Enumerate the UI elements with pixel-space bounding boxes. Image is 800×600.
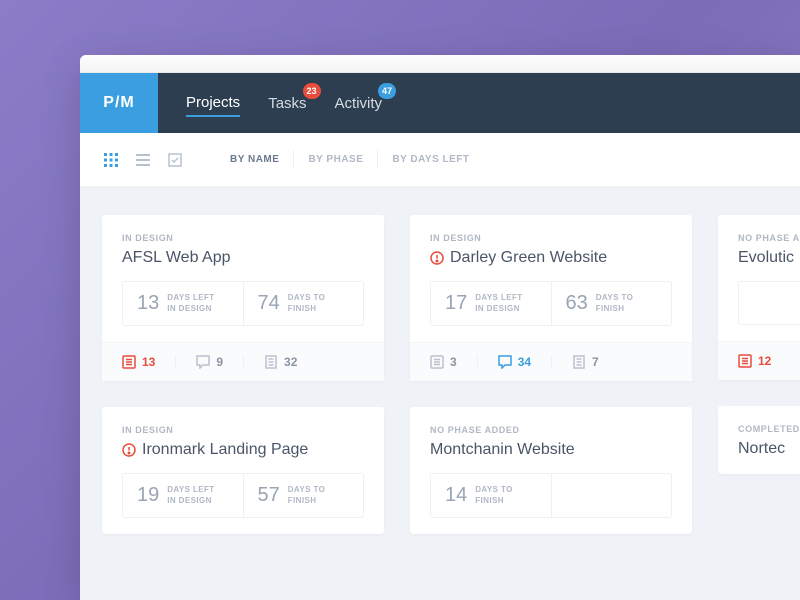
nav: Projects Tasks 23 Activity 47 — [158, 73, 382, 133]
card-meta: 13 9 32 — [102, 342, 384, 381]
alert-icon — [430, 251, 444, 265]
list-view-icon[interactable] — [134, 151, 152, 169]
stats — [738, 281, 800, 325]
phase-label: IN DESIGN — [122, 233, 364, 243]
tasks-icon — [738, 354, 752, 368]
stats: 19 DAYS LEFTIN DESIGN 57 DAYS TOFINISH — [122, 473, 364, 518]
nav-projects[interactable]: Projects — [186, 90, 240, 117]
column: NO PHASE A Evolutic 12 COMPLETED — [718, 215, 800, 572]
doc-icon — [264, 355, 278, 369]
column: IN DESIGN Darley Green Website 17 DAYS L… — [410, 215, 692, 572]
stats: 14 DAYS TOFINISH — [430, 473, 672, 518]
project-card[interactable]: IN DESIGN AFSL Web App 13 DAYS LEFTIN DE… — [102, 215, 384, 381]
project-card[interactable]: COMPLETED Nortec — [718, 406, 800, 474]
meta-tasks[interactable]: 12 — [738, 354, 771, 368]
check-view-icon[interactable] — [166, 151, 184, 169]
badge-tasks: 23 — [303, 83, 321, 99]
grid-view-icon[interactable] — [102, 151, 120, 169]
project-title: Evolutic — [738, 249, 794, 267]
logo[interactable]: P/M — [80, 73, 158, 133]
project-card[interactable]: IN DESIGN Ironmark Landing Page 19 DAYS … — [102, 407, 384, 534]
badge-activity: 47 — [378, 83, 396, 99]
meta-files[interactable]: 32 — [264, 355, 297, 369]
doc-icon — [572, 355, 586, 369]
phase-label: COMPLETED — [738, 424, 800, 434]
card-meta: 3 34 7 — [410, 342, 692, 381]
content: IN DESIGN AFSL Web App 13 DAYS LEFTIN DE… — [80, 187, 800, 600]
stat-number: 13 — [137, 292, 159, 315]
meta-comments[interactable]: 9 — [196, 355, 244, 369]
nav-tasks[interactable]: Tasks 23 — [268, 91, 306, 116]
stat-number: 57 — [258, 484, 280, 507]
nav-activity[interactable]: Activity 47 — [335, 91, 383, 116]
sort-group: BY NAME BY PHASE BY DAYS LEFT — [216, 150, 484, 169]
phase-label: IN DESIGN — [122, 425, 364, 435]
toolbar: BY NAME BY PHASE BY DAYS LEFT — [80, 133, 800, 187]
project-card[interactable]: NO PHASE ADDED Montchanin Website 14 DAY… — [410, 407, 692, 534]
meta-comments[interactable]: 34 — [498, 355, 552, 369]
meta-files[interactable]: 7 — [572, 355, 599, 369]
stat-number: 17 — [445, 292, 467, 315]
sort-by-days[interactable]: BY DAYS LEFT — [378, 150, 483, 169]
project-card[interactable]: IN DESIGN Darley Green Website 17 DAYS L… — [410, 215, 692, 381]
stat-number: 74 — [258, 292, 280, 315]
header: P/M Projects Tasks 23 Activity 47 — [80, 73, 800, 133]
project-card[interactable]: NO PHASE A Evolutic 12 — [718, 215, 800, 380]
project-title: Darley Green Website — [450, 249, 607, 267]
card-meta: 12 — [718, 341, 800, 380]
meta-tasks[interactable]: 13 — [122, 355, 176, 369]
comment-icon — [196, 355, 210, 369]
tasks-icon — [122, 355, 136, 369]
meta-tasks[interactable]: 3 — [430, 355, 478, 369]
alert-icon — [122, 443, 136, 457]
sort-by-name[interactable]: BY NAME — [216, 150, 294, 169]
project-title: AFSL Web App — [122, 249, 231, 267]
app-window: P/M Projects Tasks 23 Activity 47 BY NA — [80, 55, 800, 600]
nav-label: Activity — [335, 95, 383, 112]
phase-label: NO PHASE ADDED — [430, 425, 672, 435]
phase-label: NO PHASE A — [738, 233, 800, 243]
project-title: Ironmark Landing Page — [142, 441, 308, 459]
nav-label: Projects — [186, 94, 240, 111]
stats: 13 DAYS LEFTIN DESIGN 74 DAYS TOFINISH — [122, 281, 364, 326]
nav-label: Tasks — [268, 95, 306, 112]
project-title: Nortec — [738, 440, 785, 458]
stats: 17 DAYS LEFTIN DESIGN 63 DAYS TOFINISH — [430, 281, 672, 326]
column: IN DESIGN AFSL Web App 13 DAYS LEFTIN DE… — [102, 215, 384, 572]
tasks-icon — [430, 355, 444, 369]
window-titlebar — [80, 55, 800, 73]
sort-by-phase[interactable]: BY PHASE — [294, 150, 378, 169]
phase-label: IN DESIGN — [430, 233, 672, 243]
stat-number: 63 — [566, 292, 588, 315]
stat-number: 14 — [445, 484, 467, 507]
comment-icon — [498, 355, 512, 369]
project-title: Montchanin Website — [430, 441, 575, 459]
stat-number: 19 — [137, 484, 159, 507]
